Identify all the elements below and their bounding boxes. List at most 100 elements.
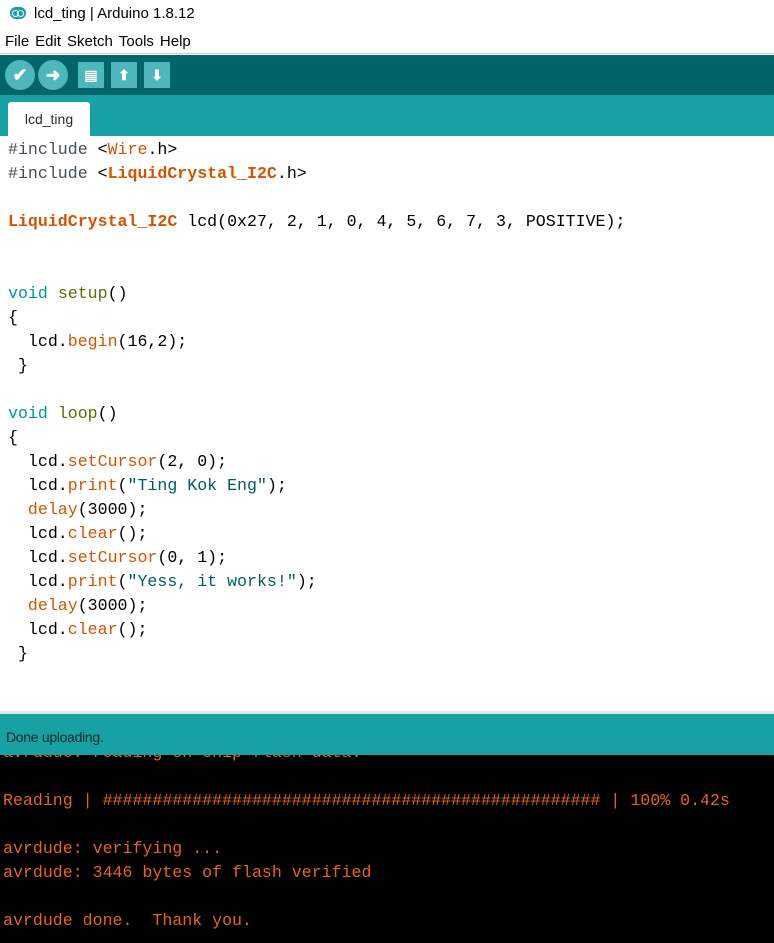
code-token: setCursor [67,548,158,567]
new-button[interactable]: ▤ [78,62,104,88]
code-line: lcd.clear(); [8,618,148,642]
tab-lcd-ting[interactable]: lcd_ting [8,102,90,136]
arrow-up-icon: ⬆ [118,66,130,83]
code-line: void loop() [8,402,118,426]
code-token: lcd. [8,548,68,567]
code-token: lcd. [8,524,68,543]
code-token: #include [8,164,98,183]
code-line: lcd.print("Ting Kok Eng"); [8,474,287,498]
console-line: Reading | ##############################… [3,791,730,810]
code-token: begin [67,332,118,351]
upload-button[interactable]: ➜ [38,60,68,90]
code-line: lcd.print("Yess, it works!"); [8,570,317,594]
document-icon: ▤ [84,66,98,83]
code-line: { [8,306,18,330]
code-token: print [67,572,118,591]
code-token: clear [67,620,118,639]
code-token: } [8,356,28,375]
code-token: { [8,308,18,327]
code-token: ); [296,572,317,591]
code-token: (2, 0); [157,452,228,471]
menu-help[interactable]: Help [160,30,191,53]
code-line: void setup() [8,282,128,306]
menu-tools[interactable]: Tools [119,30,154,53]
console-line: avrdude: reading on-chip flash data: [3,755,361,765]
code-token: (3000); [77,596,148,615]
check-icon: ✔ [12,64,28,85]
title-bar: lcd_ting | Arduino 1.8.12 [0,0,774,26]
console-line: avrdude: verifying ... [3,839,223,858]
code-token: (); [117,620,148,639]
console-line: avrdude done. Thank you. [3,911,252,930]
code-token: () [97,404,118,423]
code-token: loop [57,404,98,423]
code-token: setup [57,284,108,303]
code-token: (0, 1); [157,548,228,567]
tab-strip: lcd_ting [0,95,774,136]
code-line: LiquidCrystal_I2C lcd(0x27, 2, 1, 0, 4, … [8,210,625,234]
code-token: < [97,140,108,159]
window-title: lcd_ting | Arduino 1.8.12 [34,4,195,22]
code-token: () [107,284,128,303]
menu-edit[interactable]: Edit [35,30,61,53]
code-line: delay(3000); [8,594,148,618]
code-token: void [8,404,48,423]
code-line: lcd.begin(16,2); [8,330,187,354]
code-line: } [8,642,28,666]
menu-bar: File Edit Sketch Tools Help [0,30,774,54]
code-token: lcd. [8,572,68,591]
code-line: lcd.clear(); [8,522,148,546]
code-token: "Yess, it works!" [127,572,297,591]
arrow-right-icon: ➜ [45,64,61,85]
code-token: delay [27,596,78,615]
code-token: void [8,284,48,303]
code-token: } [8,644,28,663]
open-button[interactable]: ⬆ [111,62,137,88]
code-line: delay(3000); [8,498,148,522]
code-line: { [8,426,18,450]
console-output: avrdude: reading on-chip flash data: Read… [0,755,774,943]
code-token: { [8,428,18,447]
code-token: "Ting Kok Eng" [127,476,267,495]
code-line: #include <LiquidCrystal_I2C.h> [8,162,307,186]
code-token: < [97,164,108,183]
code-token: ( [117,476,128,495]
toolbar: ✔ ➜ ▤ ⬆ ⬇ [0,55,774,95]
menu-sketch[interactable]: Sketch [67,30,113,53]
code-token: (16,2); [117,332,188,351]
code-line: #include <Wire.h> [8,138,177,162]
code-token: lcd. [8,620,68,639]
code-token: delay [27,500,78,519]
menu-file[interactable]: File [5,30,29,53]
code-token: LiquidCrystal_I2C [8,212,178,231]
code-token: setCursor [67,452,158,471]
code-token: .h> [147,140,178,159]
code-line: lcd.setCursor(2, 0); [8,450,227,474]
code-token: clear [67,524,118,543]
arduino-logo-icon [10,7,26,19]
code-line: lcd.setCursor(0, 1); [8,546,227,570]
code-token: #include [8,140,98,159]
code-line: } [8,354,28,378]
code-token: (); [117,524,148,543]
save-button[interactable]: ⬇ [144,62,170,88]
verify-button[interactable]: ✔ [5,60,35,90]
code-token: LiquidCrystal_I2C [107,164,277,183]
code-editor[interactable]: #include <Wire.h> #include <LiquidCrystal… [0,136,774,712]
console-line: avrdude: 3446 bytes of flash verified [3,863,372,882]
status-bar: Done uploading. [0,714,774,755]
code-token: ( [117,572,128,591]
code-token: lcd. [8,452,68,471]
code-token: .h> [276,164,307,183]
code-token: lcd(0x27, 2, 1, 0, 4, 5, 6, 7, 3, POSITI… [177,212,626,231]
code-token: Wire [107,140,148,159]
code-token: (3000); [77,500,148,519]
code-token: lcd. [8,476,68,495]
code-token: ); [266,476,287,495]
code-token: lcd. [8,332,68,351]
arrow-down-icon: ⬇ [151,66,163,83]
